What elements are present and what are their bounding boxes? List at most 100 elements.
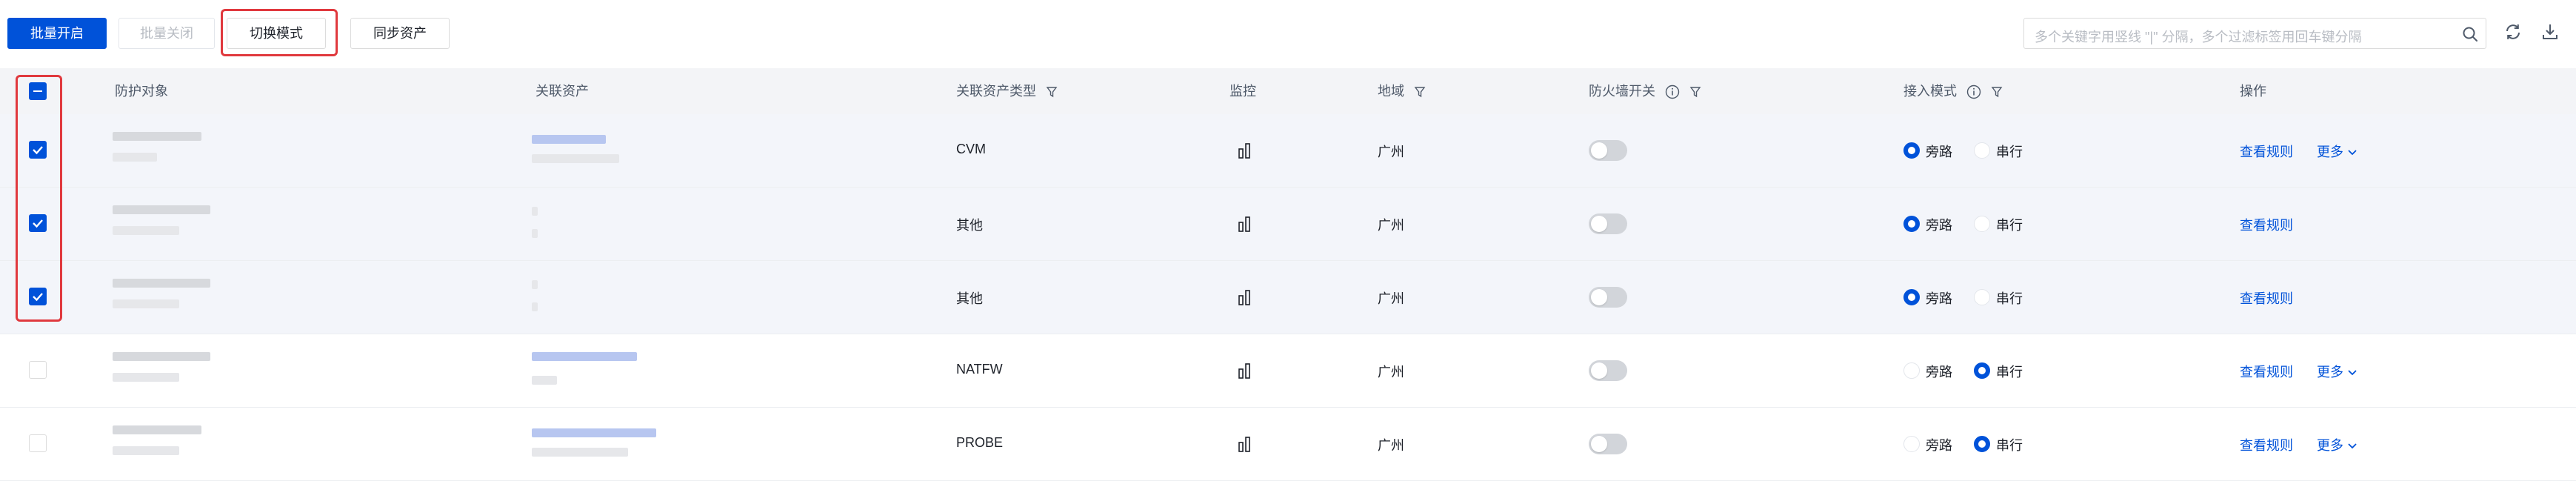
info-icon[interactable] — [1665, 85, 1680, 99]
redacted-object-name — [113, 352, 210, 361]
redacted-asset-link — [532, 207, 538, 216]
asset-type: 其他 — [956, 218, 983, 233]
bypass-radio[interactable] — [1903, 436, 1920, 452]
filter-icon[interactable] — [1689, 86, 1701, 98]
col-firewall-switch: 防火墙开关 — [1589, 68, 1701, 114]
view-rules-link[interactable]: 查看规则 — [2240, 288, 2293, 308]
download-icon[interactable] — [2540, 22, 2560, 42]
table-row[interactable]: NATFW 广州 旁路 串行 查看规则 更多 — [0, 334, 2576, 408]
table-row[interactable]: 其他 广州 旁路 串行 查看规则 — [0, 261, 2576, 334]
monitor-chart-icon[interactable] — [1237, 362, 1253, 380]
info-icon[interactable] — [1966, 85, 1981, 99]
col-access-mode-label: 接入模式 — [1903, 84, 1957, 99]
filter-icon[interactable] — [1046, 86, 1058, 98]
col-firewall-switch-label: 防火墙开关 — [1589, 84, 1655, 99]
filter-icon[interactable] — [1991, 86, 2003, 98]
row-checkbox[interactable] — [29, 361, 47, 379]
bypass-label: 旁路 — [1926, 438, 1952, 453]
monitor-chart-icon[interactable] — [1237, 288, 1253, 306]
search-icon[interactable] — [2462, 26, 2478, 42]
view-rules-link[interactable]: 查看规则 — [2240, 362, 2293, 381]
batch-enable-button[interactable]: 批量开启 — [7, 18, 107, 49]
bypass-radio[interactable] — [1903, 362, 1920, 379]
redacted-object-name — [113, 205, 210, 214]
redacted-object-id — [113, 299, 179, 308]
serial-radio[interactable] — [1974, 362, 1990, 379]
redacted-asset-link[interactable] — [532, 352, 637, 361]
serial-label: 串行 — [1996, 145, 2023, 159]
serial-radio[interactable] — [1974, 289, 1990, 305]
redacted-asset-link — [532, 280, 538, 289]
more-dropdown[interactable]: 更多 — [2317, 435, 2358, 454]
table-row[interactable]: CVM 广州 旁路 串行 查看规则 更多 — [0, 114, 2576, 188]
toggle-knob — [1591, 362, 1607, 379]
refresh-icon[interactable] — [2503, 22, 2523, 42]
more-label: 更多 — [2317, 365, 2343, 380]
redacted-object-name — [113, 279, 210, 288]
region: 广州 — [1378, 218, 1404, 233]
more-dropdown[interactable]: 更多 — [2317, 142, 2358, 161]
serial-radio[interactable] — [1974, 142, 1990, 159]
table-header: 防护对象 关联资产 关联资产类型 监控 地域 防火墙开关 接入模式 操作 — [0, 68, 2576, 115]
redacted-asset-link[interactable] — [532, 135, 606, 144]
bypass-radio[interactable] — [1903, 216, 1920, 232]
view-rules-link[interactable]: 查看规则 — [2240, 215, 2293, 234]
firewall-toggle[interactable] — [1589, 434, 1627, 454]
col-monitor: 监控 — [1229, 84, 1256, 99]
col-region-label: 地域 — [1378, 84, 1404, 99]
col-asset-type: 关联资产类型 — [956, 68, 1058, 114]
chevron-down-icon — [2348, 443, 2357, 449]
redacted-asset-ip — [532, 448, 628, 457]
filter-icon[interactable] — [1414, 86, 1426, 98]
view-rules-link[interactable]: 查看规则 — [2240, 435, 2293, 454]
bypass-label: 旁路 — [1926, 291, 1952, 306]
toggle-knob — [1591, 289, 1607, 305]
redacted-asset-ip — [532, 229, 538, 238]
more-dropdown[interactable]: 更多 — [2317, 362, 2358, 381]
row-checkbox[interactable] — [29, 434, 47, 452]
switch-mode-highlight-box — [221, 9, 338, 56]
col-asset-type-label: 关联资产类型 — [956, 84, 1036, 99]
bypass-radio[interactable] — [1903, 142, 1920, 159]
monitor-chart-icon[interactable] — [1237, 142, 1253, 159]
redacted-asset-ip — [532, 376, 557, 385]
toggle-knob — [1591, 142, 1607, 159]
serial-radio[interactable] — [1974, 216, 1990, 232]
firewall-toggle[interactable] — [1589, 287, 1627, 308]
bypass-label: 旁路 — [1926, 365, 1952, 380]
toolbar: 批量开启 批量关闭 切换模式 同步资产 多个关键字用竖线 "|" 分隔，多个过滤… — [0, 0, 2576, 68]
view-rules-link[interactable]: 查看规则 — [2240, 142, 2293, 161]
col-actions: 操作 — [2240, 84, 2266, 99]
col-access-mode: 接入模式 — [1903, 68, 2003, 114]
table-row[interactable]: PROBE 广州 旁路 串行 查看规则 更多 — [0, 408, 2576, 481]
monitor-chart-icon[interactable] — [1237, 215, 1253, 233]
serial-label: 串行 — [1996, 365, 2023, 380]
bypass-label: 旁路 — [1926, 218, 1952, 233]
redacted-object-id — [113, 226, 179, 235]
bypass-radio[interactable] — [1903, 289, 1920, 305]
redacted-asset-link[interactable] — [532, 428, 656, 437]
col-protect-object: 防护对象 — [115, 84, 168, 99]
serial-label: 串行 — [1996, 218, 2023, 233]
asset-type: PROBE — [956, 435, 1004, 450]
table-row[interactable]: 其他 广州 旁路 串行 查看规则 — [0, 188, 2576, 261]
chevron-down-icon — [2348, 370, 2357, 376]
serial-radio[interactable] — [1974, 436, 1990, 452]
serial-label: 串行 — [1996, 291, 2023, 306]
redacted-object-id — [113, 153, 157, 162]
more-label: 更多 — [2317, 145, 2343, 159]
sync-assets-button[interactable]: 同步资产 — [350, 18, 450, 49]
firewall-toggle[interactable] — [1589, 140, 1627, 161]
monitor-chart-icon[interactable] — [1237, 435, 1253, 453]
search-input[interactable]: 多个关键字用竖线 "|" 分隔，多个过滤标签用回车键分隔 — [2023, 18, 2486, 49]
batch-disable-button[interactable]: 批量关闭 — [119, 18, 215, 49]
serial-label: 串行 — [1996, 438, 2023, 453]
firewall-toggle[interactable] — [1589, 360, 1627, 381]
asset-type: CVM — [956, 142, 986, 156]
more-label: 更多 — [2317, 438, 2343, 453]
firewall-toggle[interactable] — [1589, 213, 1627, 234]
col-linked-asset: 关联资产 — [535, 84, 589, 99]
chevron-down-icon — [2348, 150, 2357, 156]
region: 广州 — [1378, 365, 1404, 380]
redacted-object-name — [113, 425, 201, 434]
